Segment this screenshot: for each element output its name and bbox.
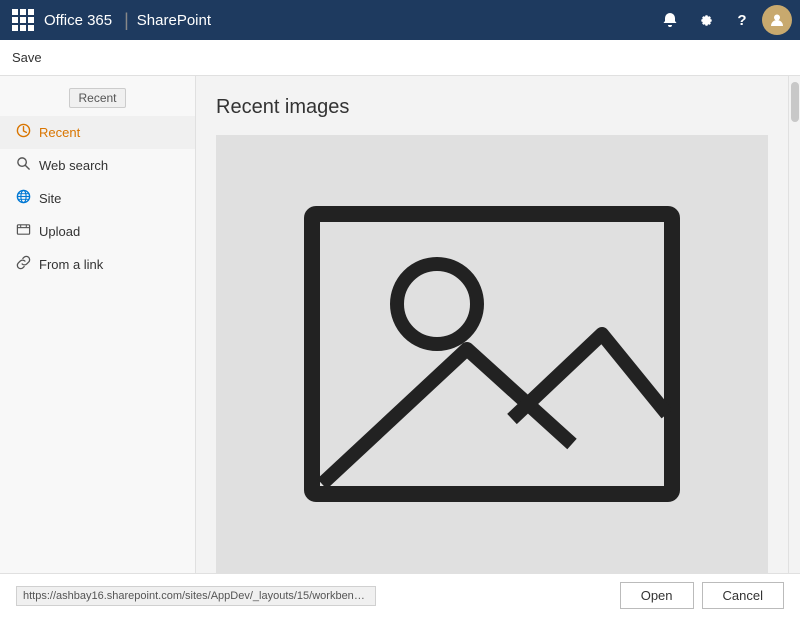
app-name: Office 365: [44, 12, 112, 29]
sidebar-upload-label: Upload: [39, 224, 80, 239]
topbar-divider: |: [124, 10, 129, 31]
topbar: Office 365 | SharePoint ?: [0, 0, 800, 40]
sidebar: Recent Recent Web search Site Upload: [0, 76, 196, 573]
product-name: SharePoint: [137, 12, 211, 29]
sidebar-item-upload[interactable]: Upload: [0, 215, 195, 248]
footer: https://ashbay16.sharepoint.com/sites/Ap…: [0, 573, 800, 617]
user-avatar[interactable]: [762, 5, 792, 35]
link-icon: [16, 255, 31, 274]
cancel-button[interactable]: Cancel: [702, 582, 784, 609]
sidebar-item-web-search[interactable]: Web search: [0, 149, 195, 182]
footer-url: https://ashbay16.sharepoint.com/sites/Ap…: [16, 586, 376, 606]
footer-buttons: Open Cancel: [620, 582, 784, 609]
placeholder-image-icon: [292, 204, 692, 504]
help-button[interactable]: ?: [726, 4, 758, 36]
open-button[interactable]: Open: [620, 582, 694, 609]
image-placeholder: [216, 135, 768, 573]
save-label: Save: [12, 50, 42, 65]
recent-badge: Recent: [69, 88, 125, 108]
sidebar-recent-label-text: Recent: [39, 125, 80, 140]
content-title: Recent images: [216, 96, 768, 119]
waffle-icon: [12, 9, 34, 31]
sidebar-web-search-label: Web search: [39, 158, 108, 173]
waffle-button[interactable]: [8, 5, 38, 35]
scrollbar-thumb[interactable]: [791, 82, 799, 122]
sidebar-item-site[interactable]: Site: [0, 182, 195, 215]
sidebar-from-a-link-label: From a link: [39, 257, 103, 272]
upload-icon: [16, 222, 31, 241]
content-area: Recent images: [196, 76, 788, 573]
topbar-icon-group: ?: [654, 4, 792, 36]
settings-button[interactable]: [690, 4, 722, 36]
notification-button[interactable]: [654, 4, 686, 36]
main-layout: Recent Recent Web search Site Upload: [0, 76, 800, 573]
help-icon: ?: [737, 12, 746, 29]
sidebar-site-label: Site: [39, 191, 61, 206]
subtoolbar: Save: [0, 40, 800, 76]
sidebar-item-recent[interactable]: Recent: [0, 116, 195, 149]
globe-icon: [16, 189, 31, 208]
scrollbar-track[interactable]: [788, 76, 800, 573]
search-icon: [16, 156, 31, 175]
recent-icon: [16, 123, 31, 142]
sidebar-item-from-a-link[interactable]: From a link: [0, 248, 195, 281]
